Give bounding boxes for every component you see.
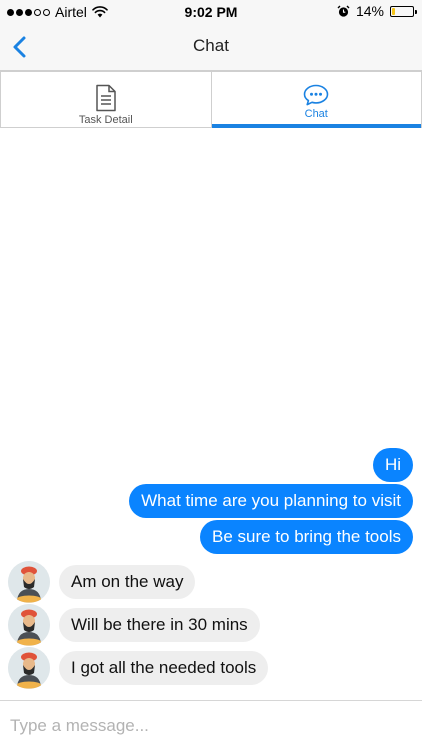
incoming-message: Will be there in 30 mins (59, 608, 260, 642)
document-icon (96, 84, 116, 112)
status-bar: Airtel 9:02 PM 14% (0, 0, 422, 24)
battery-percent: 14% (355, 3, 384, 19)
incoming-message: I got all the needed tools (59, 651, 269, 685)
avatar[interactable] (8, 561, 50, 603)
incoming-message-row: I got all the needed tools (8, 647, 269, 689)
outgoing-message: What time are you planning to visit (129, 484, 413, 518)
avatar-illustration (8, 647, 50, 689)
outgoing-message: Hi (372, 448, 413, 482)
incoming-message: Am on the way (59, 565, 196, 599)
avatar[interactable] (8, 647, 50, 689)
message-list: Hi What time are you planning to visit B… (0, 128, 422, 700)
battery-fill (392, 7, 395, 15)
tab-label: Task Detail (78, 114, 133, 126)
navigation-bar: Chat (0, 24, 422, 71)
tab-chat[interactable]: Chat (211, 71, 422, 128)
page-title: Chat (193, 36, 229, 55)
status-right: 14% (337, 3, 417, 19)
message-composer (0, 700, 422, 750)
incoming-message-row: Will be there in 30 mins (8, 604, 260, 646)
tab-task-detail[interactable]: Task Detail (0, 71, 212, 127)
avatar-illustration (8, 561, 50, 603)
avatar[interactable] (8, 604, 50, 646)
avatar-illustration (8, 604, 50, 646)
tab-label: Chat (304, 108, 328, 120)
tab-bar: Task Detail Chat (0, 71, 422, 128)
incoming-message-row: Am on the way (8, 561, 196, 603)
alarm-icon (337, 5, 350, 17)
message-input[interactable] (8, 710, 412, 742)
outgoing-message: Be sure to bring the tools (199, 520, 413, 554)
battery-icon (390, 5, 417, 17)
chat-bubble-icon (303, 84, 329, 106)
